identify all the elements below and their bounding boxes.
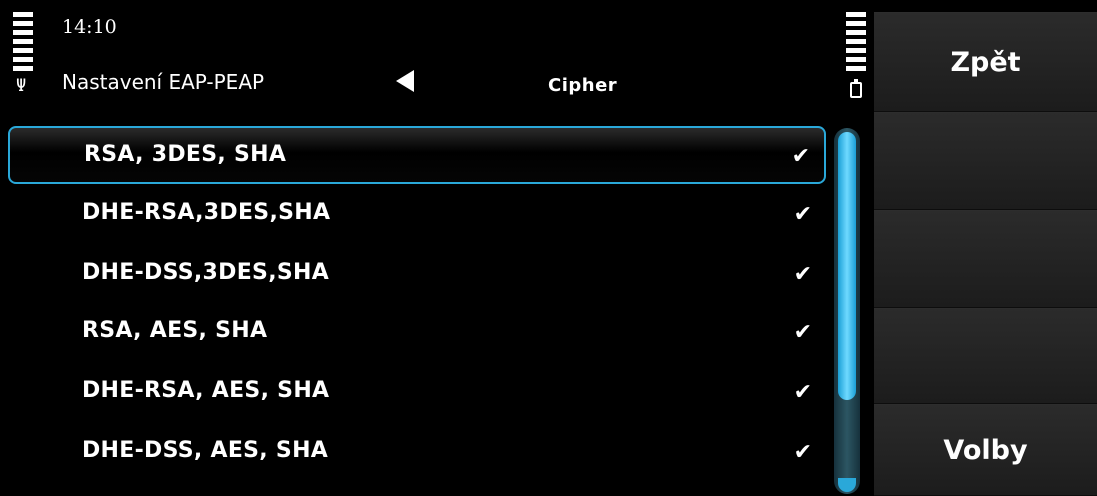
check-icon: ✔ [793, 262, 812, 287]
list-item[interactable]: RSA, AES, SHA ✔ [8, 304, 826, 362]
signal-bar [13, 57, 33, 62]
options-softkey-label: Volby [943, 434, 1028, 466]
battery-bar [846, 21, 866, 26]
battery-bar [846, 39, 866, 44]
tab-cipher: Cipher [548, 75, 618, 96]
list-item[interactable]: DHE-DSS, AES, SHA ✔ [8, 424, 826, 482]
page-title: Nastavení EAP-PEAP [62, 70, 265, 94]
left-arrow-icon[interactable] [396, 70, 414, 92]
battery-bar [846, 48, 866, 53]
check-icon: ✔ [791, 144, 810, 169]
cipher-list: RSA, 3DES, SHA ✔ DHE-RSA,3DES,SHA ✔ DHE-… [8, 126, 826, 496]
check-icon: ✔ [793, 202, 812, 227]
softkey-slot [874, 210, 1097, 308]
phone-screen: Ψ 14:10 Nastavení EAP-PEAP Cipher RSA, 3… [0, 0, 1097, 496]
list-item-label: RSA, AES, SHA [82, 318, 268, 343]
back-softkey[interactable]: Zpět [874, 12, 1097, 112]
check-icon: ✔ [793, 440, 812, 465]
options-softkey[interactable]: Volby [874, 404, 1097, 496]
scrollbar-thumb[interactable] [838, 132, 856, 400]
softkey-panel: Zpět Volby [874, 12, 1097, 496]
check-icon: ✔ [793, 380, 812, 405]
check-icon: ✔ [793, 320, 812, 345]
signal-bar [13, 48, 33, 53]
list-item[interactable]: DHE-DSS,3DES,SHA ✔ [8, 246, 826, 304]
signal-bar [13, 12, 33, 17]
softkey-slot [874, 112, 1097, 210]
signal-indicator: Ψ [10, 12, 34, 96]
list-item-label: DHE-RSA, AES, SHA [82, 378, 330, 403]
signal-bar [13, 66, 33, 71]
list-item-label: DHE-RSA,3DES,SHA [82, 200, 331, 225]
battery-icon [850, 79, 862, 98]
battery-bar [846, 57, 866, 62]
list-item-label: DHE-DSS,3DES,SHA [82, 260, 330, 285]
softkey-slot [874, 308, 1097, 404]
signal-bar [13, 21, 33, 26]
list-item[interactable]: DHE-RSA,3DES,SHA ✔ [8, 186, 826, 244]
signal-bar [13, 30, 33, 35]
battery-bar [846, 12, 866, 17]
battery-bar [846, 30, 866, 35]
list-item[interactable]: RSA, 3DES, SHA ✔ [8, 126, 826, 184]
antenna-icon: Ψ [16, 76, 27, 96]
list-item-label: DHE-DSS, AES, SHA [82, 438, 329, 463]
battery-indicator [844, 12, 868, 98]
clock: 14:10 [62, 16, 117, 38]
back-softkey-label: Zpět [950, 46, 1021, 78]
list-item-label: RSA, 3DES, SHA [84, 142, 287, 167]
battery-bar [846, 66, 866, 71]
signal-bar [13, 39, 33, 44]
list-item[interactable]: DHE-RSA, AES, SHA ✔ [8, 364, 826, 422]
